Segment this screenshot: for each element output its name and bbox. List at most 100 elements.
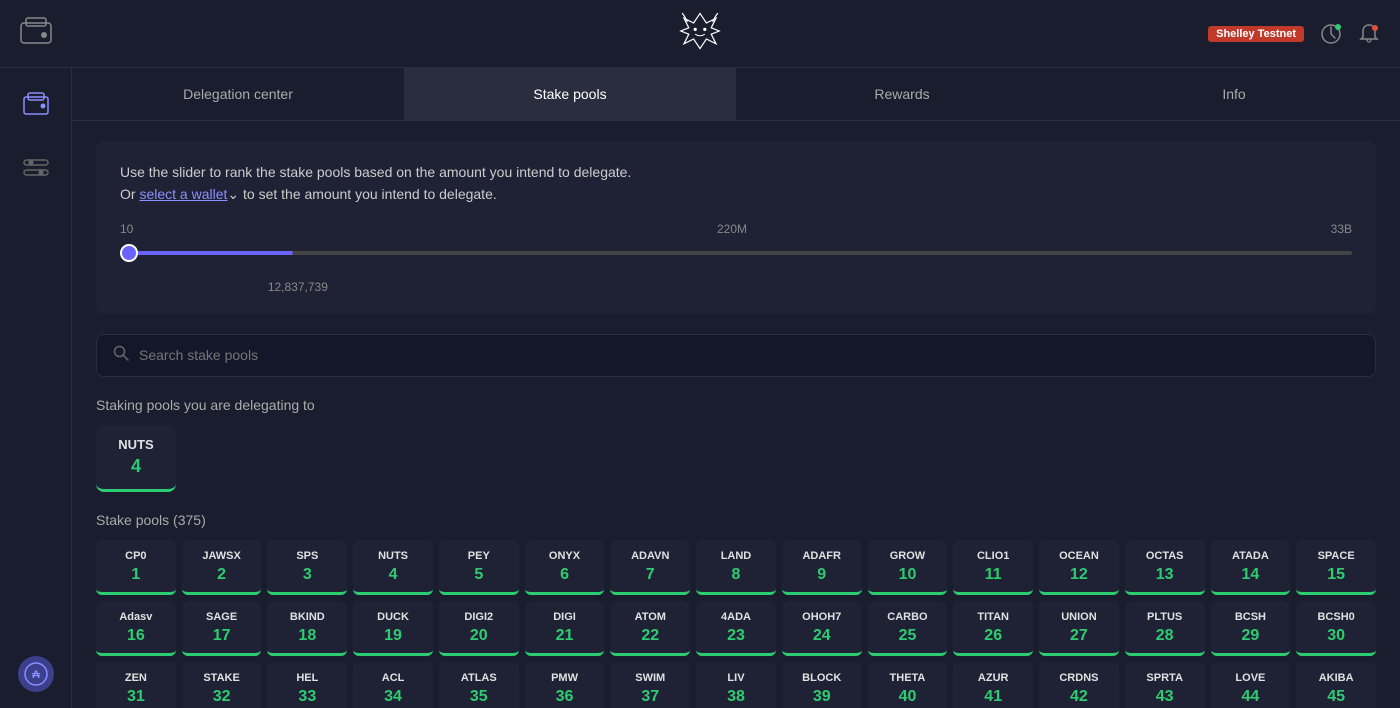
sidebar-wallet-icon[interactable] <box>16 84 56 124</box>
pool-item-name: GROW <box>890 550 925 562</box>
pool-item-name: BCSH0 <box>1317 611 1354 623</box>
pool-item-name: CLIO1 <box>977 550 1009 562</box>
pools-grid: CP0 1 JAWSX 2 SPS 3 NUTS 4 PEY 5 ONYX 6 … <box>96 540 1376 708</box>
pool-item-rank: 31 <box>127 688 145 706</box>
slider-wrapper <box>120 242 1352 260</box>
tab-delegation-center[interactable]: Delegation center <box>72 68 404 120</box>
pool-item[interactable]: SPACE 15 <box>1296 540 1376 595</box>
pool-item-name: ATLAS <box>461 672 497 684</box>
pool-item[interactable]: DIGI2 20 <box>439 601 519 656</box>
tab-rewards[interactable]: Rewards <box>736 68 1068 120</box>
pool-item[interactable]: ADAVN 7 <box>610 540 690 595</box>
pool-item[interactable]: PLTUS 28 <box>1125 601 1205 656</box>
pool-item[interactable]: CP0 1 <box>96 540 176 595</box>
delegating-pool-rank: 4 <box>131 456 141 477</box>
sidebar-bottom: ₳ <box>18 656 54 692</box>
pool-item-name: THETA <box>890 672 926 684</box>
pool-item[interactable]: ATADA 14 <box>1211 540 1291 595</box>
app-logo <box>676 7 724 55</box>
pool-item-name: LOVE <box>1235 672 1265 684</box>
pool-item[interactable]: SPS 3 <box>267 540 347 595</box>
pool-item[interactable]: BCSH0 30 <box>1296 601 1376 656</box>
pool-item[interactable]: JAWSX 2 <box>182 540 262 595</box>
pool-item[interactable]: SWIM 37 <box>610 662 690 708</box>
pool-item-rank: 41 <box>984 688 1002 706</box>
pool-item[interactable]: SAGE 17 <box>182 601 262 656</box>
sidebar-toggle-icon[interactable] <box>16 148 56 188</box>
pool-item[interactable]: BCSH 29 <box>1211 601 1291 656</box>
pool-item[interactable]: LIV 38 <box>696 662 776 708</box>
pool-item-rank: 34 <box>384 688 402 706</box>
pool-item-name: OCEAN <box>1059 550 1099 562</box>
tab-stake-pools[interactable]: Stake pools <box>404 68 736 120</box>
pool-item[interactable]: HEL 33 <box>267 662 347 708</box>
pool-item-rank: 33 <box>298 688 316 706</box>
pool-item-rank: 21 <box>556 627 574 645</box>
pool-item[interactable]: DIGI 21 <box>525 601 605 656</box>
pool-item[interactable]: Adasv 16 <box>96 601 176 656</box>
pool-item[interactable]: NUTS 4 <box>353 540 433 595</box>
pool-item[interactable]: AZUR 41 <box>953 662 1033 708</box>
slider-description-text3: ⌄ <box>227 186 239 202</box>
pool-item[interactable]: ATLAS 35 <box>439 662 519 708</box>
pool-item[interactable]: ZEN 31 <box>96 662 176 708</box>
tab-info[interactable]: Info <box>1068 68 1400 120</box>
pool-item-name: DIGI2 <box>464 611 493 623</box>
pool-item[interactable]: OCTAS 13 <box>1125 540 1205 595</box>
pool-item[interactable]: AKIBA 45 <box>1296 662 1376 708</box>
pool-item[interactable]: BLOCK 39 <box>782 662 862 708</box>
slider-description-text4: to set the amount you intend to delegate… <box>239 186 497 202</box>
pool-item[interactable]: DUCK 19 <box>353 601 433 656</box>
pool-item[interactable]: ADAFR 9 <box>782 540 862 595</box>
notifications-button[interactable] <box>1358 23 1380 45</box>
pool-item[interactable]: GROW 10 <box>868 540 948 595</box>
select-wallet-link[interactable]: select a wallet <box>139 186 227 202</box>
pool-item[interactable]: ACL 34 <box>353 662 433 708</box>
pool-item[interactable]: LAND 8 <box>696 540 776 595</box>
pool-item-name: BKIND <box>290 611 325 623</box>
topbar-right: Shelley Testnet <box>1208 23 1380 45</box>
pool-item-rank: 13 <box>1156 566 1174 584</box>
amount-slider[interactable] <box>120 251 1352 255</box>
pool-item[interactable]: 4ADA 23 <box>696 601 776 656</box>
pool-item-name: AKIBA <box>1319 672 1354 684</box>
search-input[interactable] <box>139 347 1359 363</box>
pool-item-name: JAWSX <box>202 550 241 562</box>
pool-item-name: ONYX <box>549 550 580 562</box>
pool-item[interactable]: BKIND 18 <box>267 601 347 656</box>
pool-item[interactable]: UNION 27 <box>1039 601 1119 656</box>
pool-item-name: UNION <box>1061 611 1096 623</box>
pool-item-name: ADAFR <box>802 550 841 562</box>
pool-item[interactable]: SPRTA 43 <box>1125 662 1205 708</box>
pool-item-rank: 30 <box>1327 627 1345 645</box>
pool-item[interactable]: CRDNS 42 <box>1039 662 1119 708</box>
delegating-section-title: Staking pools you are delegating to <box>96 397 1376 413</box>
slider-description: Use the slider to rank the stake pools b… <box>120 161 1352 206</box>
pool-item[interactable]: PMW 36 <box>525 662 605 708</box>
sync-button[interactable] <box>1320 23 1342 45</box>
pool-item[interactable]: ONYX 6 <box>525 540 605 595</box>
pool-item-rank: 39 <box>813 688 831 706</box>
pool-item[interactable]: LOVE 44 <box>1211 662 1291 708</box>
pool-item[interactable]: TITAN 26 <box>953 601 1033 656</box>
pool-item[interactable]: CLIO1 11 <box>953 540 1033 595</box>
pool-item[interactable]: PEY 5 <box>439 540 519 595</box>
delegating-pool-card[interactable]: NUTS 4 <box>96 425 176 492</box>
pool-item[interactable]: THETA 40 <box>868 662 948 708</box>
pool-item-name: PMW <box>551 672 578 684</box>
pool-item-rank: 10 <box>899 566 917 584</box>
pool-item[interactable]: STAKE 32 <box>182 662 262 708</box>
pool-item-rank: 27 <box>1070 627 1088 645</box>
ada-logo[interactable]: ₳ <box>18 656 54 692</box>
pool-item-name: CP0 <box>125 550 146 562</box>
pool-item-name: BLOCK <box>802 672 841 684</box>
pool-item[interactable]: OCEAN 12 <box>1039 540 1119 595</box>
pool-item[interactable]: ATOM 22 <box>610 601 690 656</box>
pool-item-name: AZUR <box>978 672 1009 684</box>
search-box <box>96 334 1376 377</box>
pool-item[interactable]: OHOH7 24 <box>782 601 862 656</box>
pool-item-name: PLTUS <box>1147 611 1182 623</box>
pool-item-rank: 11 <box>985 566 1002 584</box>
wallet-nav-icon[interactable] <box>20 17 52 45</box>
pool-item[interactable]: CARBO 25 <box>868 601 948 656</box>
